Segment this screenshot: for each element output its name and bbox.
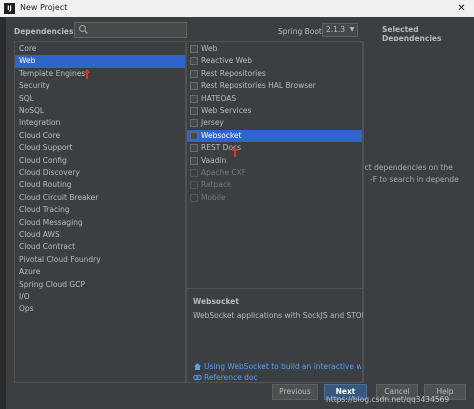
window-title: New Project [20,3,68,12]
reference-doc-icon [193,374,202,381]
dependency-label: Mobile [201,192,226,202]
category-item[interactable]: Azure [15,266,185,278]
dependency-label: Vaadin [201,155,227,165]
category-item[interactable]: SQL [15,93,185,105]
dependency-label: Web Services [201,106,252,115]
chevron-down-icon: ▼ [349,26,355,33]
dependencies-label: Dependencies [14,27,74,36]
dependency-list[interactable]: Web Reactive Web Rest Repositories Rest Rep… [186,41,363,289]
selected-hint-line-2: -F to search in depende [370,175,459,184]
category-item[interactable]: Cloud AWS [15,229,185,241]
dependency-item[interactable]: Web Services [187,105,362,117]
category-item[interactable]: Cloud Discovery [15,167,185,179]
dependency-item[interactable]: HATEOAS [187,93,362,105]
spring-boot-label: Spring Boot [278,27,322,36]
category-item[interactable]: Cloud Messaging [15,217,185,229]
dependency-item[interactable]: Reactive Web [187,55,362,67]
dependency-label: Ratpack [201,180,232,190]
selected-dependencies-panel: ect dependencies on the -F to search in … [363,41,474,383]
close-icon[interactable]: ✕ [449,0,474,17]
guide-link[interactable]: Using WebSocket to build an interactive … [204,362,361,371]
category-list[interactable]: Core Web Template Engines Security SQL NoSQL I… [14,41,186,383]
title-bar: IJ New Project ✕ [0,0,474,17]
annotation-arrow-icon [84,69,90,79]
dependency-item[interactable]: Jersey [187,117,362,129]
description-text: WebSocket applications with SockJS and S… [193,311,373,320]
dependency-label: Web [201,44,218,53]
intellij-app-icon: IJ [4,3,15,14]
watermark-text: https://blog.csdn.net/qq3434569 [326,395,450,404]
checkbox[interactable] [190,57,198,66]
home-icon [194,363,201,370]
checkbox[interactable] [190,107,198,115]
category-item[interactable]: Cloud Tracing [15,204,185,216]
previous-button[interactable]: Previous [272,384,318,400]
description-title: Websocket [193,297,239,306]
selected-hint-line-1: ect dependencies on the [363,163,453,172]
dependency-item[interactable]: Ratpack [187,179,362,191]
category-item[interactable]: Web [15,55,185,68]
dependency-item[interactable]: Vaadin [187,155,362,167]
dependency-item[interactable]: Websocket [187,129,362,143]
new-project-dialog: Dependencies Spring Boot 2.1.3 ▼ Selecte… [6,17,474,409]
category-item[interactable]: Template Engines [15,68,185,80]
reference-doc-link[interactable]: Reference doc [204,373,258,382]
dependency-item[interactable]: Web [187,43,362,55]
dependency-item[interactable]: Mobile [187,192,362,204]
dependency-label: Reactive Web [201,56,253,66]
checkbox[interactable] [190,181,198,190]
category-item[interactable]: Core [15,43,185,55]
category-item[interactable]: NoSQL [15,105,185,117]
category-item[interactable]: Cloud Support [15,142,185,154]
checkbox[interactable] [190,45,198,53]
checkbox[interactable] [190,82,198,91]
checkbox[interactable] [190,94,198,103]
category-item[interactable]: Security [15,80,185,92]
dependency-label: HATEOAS [201,93,237,103]
spring-boot-version-value: 2.1.3 [326,25,346,34]
category-item[interactable]: Pivotal Cloud Foundry [15,254,185,266]
dependency-item[interactable]: Rest Repositories HAL Browser [187,80,362,92]
category-item[interactable]: Cloud Circuit Breaker [15,192,185,204]
category-item[interactable]: Cloud Contract [15,241,185,253]
category-item[interactable]: I/O [15,291,185,303]
category-item[interactable]: Integration [15,117,185,129]
checkbox[interactable] [190,119,198,128]
dependency-item[interactable]: REST Docs [187,142,362,154]
dependency-label: Rest Repositories [201,68,266,78]
checkbox[interactable] [190,169,198,177]
dependency-label: Websocket [201,130,242,140]
dependency-label: Jersey [201,118,224,128]
checkbox[interactable] [190,69,198,78]
category-item[interactable]: Ops [15,303,185,315]
search-icon [78,24,88,34]
dependency-description-panel: Websocket WebSocket applications with So… [186,289,373,383]
category-item[interactable]: Cloud Core [15,130,185,142]
dependency-item[interactable]: Rest Repositories [187,68,362,80]
checkbox[interactable] [190,131,198,140]
annotation-arrow-icon [232,147,238,157]
dependency-label: Rest Repositories HAL Browser [201,81,316,91]
search-input[interactable] [90,23,185,36]
category-item[interactable]: Cloud Config [15,155,185,167]
checkbox[interactable] [190,193,198,202]
checkbox[interactable] [190,144,198,153]
category-item[interactable]: Cloud Routing [15,179,185,191]
category-item[interactable]: Spring Cloud GCP [15,279,185,291]
checkbox[interactable] [190,156,198,165]
dependency-item[interactable]: Apache CXF [187,167,362,179]
dependency-label: Apache CXF [201,168,247,177]
